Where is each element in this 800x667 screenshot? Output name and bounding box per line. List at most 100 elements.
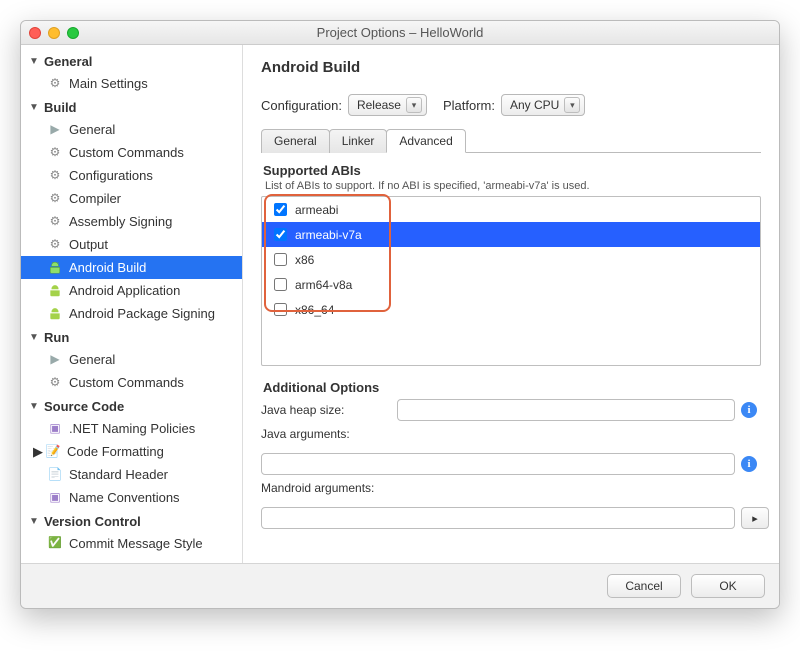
sidebar-item-main-settings[interactable]: Main Settings: [21, 72, 242, 95]
sidebar-item-name-conventions[interactable]: Name Conventions: [21, 486, 242, 509]
item-label: Configurations: [69, 167, 153, 184]
abi-checkbox[interactable]: [274, 228, 287, 241]
sidebar-item-standard-header[interactable]: Standard Header: [21, 463, 242, 486]
sidebar-item-android-package-signing[interactable]: Android Package Signing: [21, 302, 242, 325]
abi-row[interactable]: armeabi-v7a: [262, 222, 760, 247]
abi-checkbox[interactable]: [274, 278, 287, 291]
abi-checkbox[interactable]: [274, 253, 287, 266]
gear-icon: [47, 237, 63, 253]
item-label: Main Settings: [69, 75, 148, 92]
content-area: ▼ General Main Settings ▼ Build General: [21, 45, 779, 563]
window-controls: [29, 27, 79, 39]
abi-row[interactable]: x86_64: [262, 297, 760, 322]
abi-label: armeabi: [295, 203, 338, 217]
sidebar-item-configurations[interactable]: Configurations: [21, 164, 242, 187]
item-label: Code Formatting: [67, 443, 164, 460]
sidebar-item-compiler[interactable]: Compiler: [21, 187, 242, 210]
disclosure-triangle-icon: ▼: [29, 516, 41, 527]
main-panel: Android Build Configuration: Release ▾ P…: [243, 45, 779, 563]
supported-abis-label: Supported ABIs: [263, 163, 761, 178]
sidebar-item-run-custom-commands[interactable]: Custom Commands: [21, 371, 242, 394]
window-title: Project Options – HelloWorld: [21, 25, 779, 40]
item-label: .NET Naming Policies: [69, 420, 195, 437]
minimize-icon[interactable]: [48, 27, 60, 39]
info-icon[interactable]: i: [741, 456, 757, 472]
sidebar-item-android-build[interactable]: Android Build: [21, 256, 242, 279]
item-label: General: [69, 351, 115, 368]
config-platform-row: Configuration: Release ▾ Platform: Any C…: [261, 94, 761, 116]
info-icon[interactable]: i: [741, 402, 757, 418]
abi-label: arm64-v8a: [295, 278, 352, 292]
java-args-label: Java arguments:: [261, 427, 391, 441]
tab-linker[interactable]: Linker: [329, 129, 388, 153]
item-label: Custom Commands: [69, 144, 184, 161]
android-icon: [47, 283, 63, 299]
sidebar-item-net-naming[interactable]: .NET Naming Policies: [21, 417, 242, 440]
project-options-window: Project Options – HelloWorld ▼ General M…: [20, 20, 780, 609]
sidebar-item-android-application[interactable]: Android Application: [21, 279, 242, 302]
abi-row[interactable]: armeabi: [262, 197, 760, 222]
disclosure-triangle-icon: ▼: [29, 102, 41, 113]
section-version-control[interactable]: ▼ Version Control: [21, 511, 242, 532]
platform-select[interactable]: Any CPU ▾: [501, 94, 585, 116]
additional-options: Java heap size: i Java arguments: i Mand…: [261, 399, 761, 529]
android-icon: [47, 260, 63, 276]
platform-label: Platform:: [443, 98, 495, 113]
android-icon: [47, 306, 63, 322]
cancel-button[interactable]: Cancel: [607, 574, 681, 598]
section-label: General: [44, 54, 92, 69]
sidebar-item-assembly-signing[interactable]: Assembly Signing: [21, 210, 242, 233]
tabstrip: General Linker Advanced: [261, 128, 761, 153]
chevron-down-icon: ▾: [406, 97, 422, 113]
configuration-value: Release: [357, 98, 401, 112]
naming-icon: [47, 421, 63, 437]
tab-advanced[interactable]: Advanced: [386, 129, 465, 153]
item-label: Android Build: [69, 259, 146, 276]
sidebar-item-custom-commands[interactable]: Custom Commands: [21, 141, 242, 164]
java-heap-label: Java heap size:: [261, 403, 391, 417]
section-label: Build: [44, 100, 77, 115]
abi-checkbox[interactable]: [274, 203, 287, 216]
platform-value: Any CPU: [510, 98, 559, 112]
section-general[interactable]: ▼ General: [21, 51, 242, 72]
item-label: General: [69, 121, 115, 138]
item-label: Name Conventions: [69, 489, 180, 506]
java-heap-input[interactable]: [397, 399, 735, 421]
item-label: Android Application: [69, 282, 180, 299]
abi-label: x86_64: [295, 303, 334, 317]
sidebar-item-commit-style[interactable]: Commit Message Style: [21, 532, 242, 555]
sidebar-tree: ▼ General Main Settings ▼ Build General: [21, 45, 243, 563]
sidebar-item-output[interactable]: Output: [21, 233, 242, 256]
section-build[interactable]: ▼ Build: [21, 97, 242, 118]
section-run[interactable]: ▼ Run: [21, 327, 242, 348]
sidebar-item-build-general[interactable]: General: [21, 118, 242, 141]
disclosure-triangle-icon: ▼: [29, 332, 41, 343]
gear-icon: [47, 145, 63, 161]
abi-checkbox[interactable]: [274, 303, 287, 316]
abi-listbox[interactable]: armeabi armeabi-v7a x86 arm64-v8a x86_64: [261, 196, 761, 366]
mandroid-more-button[interactable]: ▸: [741, 507, 769, 529]
abi-row[interactable]: x86: [262, 247, 760, 272]
section-label: Run: [44, 330, 69, 345]
disclosure-triangle-icon: ▶: [33, 443, 43, 460]
item-label: Assembly Signing: [69, 213, 172, 230]
mandroid-input[interactable]: [261, 507, 735, 529]
item-label: Custom Commands: [69, 374, 184, 391]
java-args-input[interactable]: [261, 453, 735, 475]
tab-general[interactable]: General: [261, 129, 330, 153]
check-icon: [47, 536, 63, 552]
gear-icon: [47, 214, 63, 230]
sidebar-item-code-formatting[interactable]: ▶ Code Formatting: [21, 440, 242, 463]
abi-row[interactable]: arm64-v8a: [262, 272, 760, 297]
item-label: Output: [69, 236, 108, 253]
section-source-code[interactable]: ▼ Source Code: [21, 396, 242, 417]
configuration-select[interactable]: Release ▾: [348, 94, 427, 116]
configuration-label: Configuration:: [261, 98, 342, 113]
maximize-icon[interactable]: [67, 27, 79, 39]
abi-label: armeabi-v7a: [295, 228, 362, 242]
ok-button[interactable]: OK: [691, 574, 765, 598]
section-label: Source Code: [44, 399, 124, 414]
item-label: Android Package Signing: [69, 305, 215, 322]
sidebar-item-run-general[interactable]: General: [21, 348, 242, 371]
close-icon[interactable]: [29, 27, 41, 39]
